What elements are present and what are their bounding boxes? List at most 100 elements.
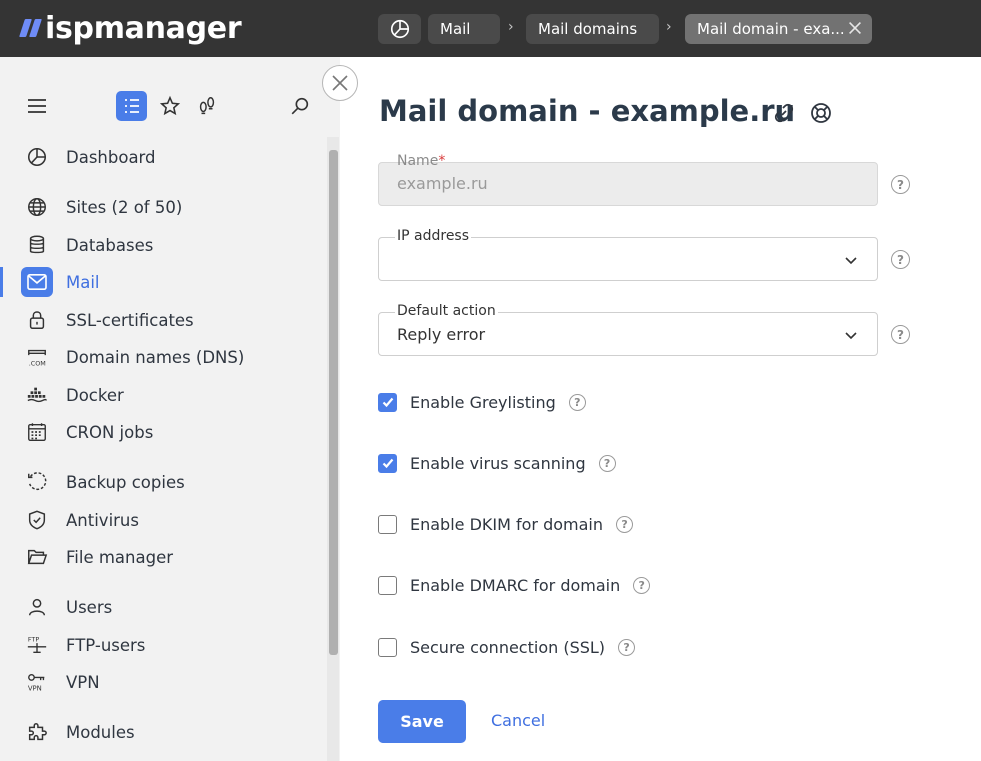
sidebar-item-label: Backup copies <box>66 472 185 492</box>
calendar-icon <box>24 421 50 443</box>
checkmark-icon <box>382 458 393 469</box>
sidebar-item-ftp-users[interactable]: FTP FTP-users <box>0 627 320 663</box>
sidebar-item-dns[interactable]: .COM Domain names (DNS) <box>0 339 320 375</box>
dmarc-checkbox[interactable] <box>378 575 397 595</box>
search-icon <box>291 97 309 115</box>
sidebar-item-label: Dashboard <box>66 147 156 167</box>
name-field-label: Name* <box>397 153 446 169</box>
default-action-value: Reply error <box>397 325 486 344</box>
ssl-option[interactable]: Secure connection (SSL) ? <box>378 636 636 658</box>
breadcrumb-dashboard-button[interactable] <box>378 14 421 44</box>
folder-icon <box>24 546 50 568</box>
sidebar-item-dashboard[interactable]: Dashboard <box>0 139 320 175</box>
sidebar-item-label: Domain names (DNS) <box>66 347 245 367</box>
breadcrumb-item-mail-domains[interactable]: Mail domains <box>526 14 659 44</box>
sidebar-item-label: VPN <box>66 672 100 692</box>
breadcrumb-label: Mail <box>440 20 471 38</box>
svg-text:VPN: VPN <box>28 684 42 692</box>
vpn-icon: VPN <box>24 671 50 693</box>
database-icon <box>24 234 50 256</box>
name-field: example.ru <box>378 162 878 206</box>
sidebar-item-mail[interactable]: Mail <box>0 264 320 300</box>
svg-text:FTP: FTP <box>28 635 39 643</box>
dkim-checkbox[interactable] <box>378 514 397 534</box>
sidebar-item-cron-jobs[interactable]: CRON jobs <box>0 414 320 450</box>
dkim-option[interactable]: Enable DKIM for domain ? <box>378 513 634 535</box>
default-action-help-icon[interactable]: ? <box>891 325 910 344</box>
recent-steps-button[interactable] <box>195 94 219 118</box>
link-icon[interactable] <box>772 101 796 125</box>
sidebar-scrollbar-thumb[interactable] <box>329 150 338 655</box>
sidebar-item-databases[interactable]: Databases <box>0 227 320 263</box>
help-lifebuoy-icon[interactable] <box>809 101 833 125</box>
backup-icon <box>24 471 50 493</box>
sidebar-item-label: Modules <box>66 722 135 742</box>
svg-text:.COM: .COM <box>29 359 46 367</box>
active-indicator <box>0 267 3 297</box>
greylisting-option[interactable]: Enable Greylisting ? <box>378 391 586 413</box>
breadcrumb-separator-icon: › <box>666 19 672 35</box>
close-panel-button[interactable] <box>322 65 358 101</box>
name-help-icon[interactable]: ? <box>891 175 910 194</box>
dmarc-label: Enable DMARC for domain <box>410 575 621 595</box>
dkim-label: Enable DKIM for domain <box>410 514 604 534</box>
sidebar-item-label: Mail <box>66 272 100 292</box>
breadcrumb-item-current[interactable]: Mail domain - exa... <box>685 14 872 44</box>
sidebar-item-label: Antivirus <box>66 510 139 530</box>
footprints-icon <box>199 97 215 115</box>
list-icon <box>124 99 139 113</box>
dashboard-icon <box>390 19 409 39</box>
checkmark-icon <box>382 397 393 408</box>
dns-icon: .COM <box>24 346 50 368</box>
user-icon <box>24 596 50 618</box>
ftp-icon: FTP <box>24 634 50 656</box>
sidebar-item-file-manager[interactable]: File manager <box>0 539 320 575</box>
name-field-value: example.ru <box>397 174 488 193</box>
virus-scanning-option[interactable]: Enable virus scanning ? <box>378 452 616 474</box>
ssl-label: Secure connection (SSL) <box>410 637 606 657</box>
chevron-down-icon <box>845 257 857 265</box>
menu-search-button[interactable] <box>288 94 312 118</box>
sidebar-item-docker[interactable]: Docker <box>0 377 320 413</box>
dmarc-help-icon[interactable]: ? <box>633 576 651 594</box>
logo-text: ispmanager <box>45 10 242 46</box>
sidebar-item-sites[interactable]: Sites (2 of 50) <box>0 189 320 225</box>
menu-view-list-button[interactable] <box>116 91 147 121</box>
sidebar-item-antivirus[interactable]: Antivirus <box>0 502 320 538</box>
breadcrumb-separator-icon: › <box>508 19 514 35</box>
virus-scanning-checkbox[interactable] <box>378 453 397 473</box>
dmarc-option[interactable]: Enable DMARC for domain ? <box>378 574 651 596</box>
sidebar-item-label: Databases <box>66 235 154 255</box>
cancel-link[interactable]: Cancel <box>491 711 545 730</box>
sidebar-item-vpn[interactable]: VPN VPN <box>0 664 320 700</box>
greylisting-checkbox[interactable] <box>378 392 397 412</box>
mail-icon <box>21 267 53 297</box>
sidebar-item-users[interactable]: Users <box>0 589 320 625</box>
lock-icon <box>24 309 50 331</box>
sidebar-item-label: Docker <box>66 385 124 405</box>
save-button[interactable]: Save <box>378 700 466 743</box>
logo-mark-icon <box>19 19 42 37</box>
favorites-button[interactable] <box>158 94 182 118</box>
ssl-help-icon[interactable]: ? <box>618 638 636 656</box>
breadcrumb-item-mail[interactable]: Mail <box>428 14 500 44</box>
app-logo[interactable]: ispmanager <box>19 10 242 46</box>
virus-scanning-help-icon[interactable]: ? <box>598 454 616 472</box>
hamburger-icon <box>28 99 46 113</box>
menu-toggle-button[interactable] <box>25 95 49 117</box>
sidebar-item-ssl-certificates[interactable]: SSL-certificates <box>0 302 320 338</box>
close-icon <box>332 75 348 91</box>
ip-address-help-icon[interactable]: ? <box>891 250 910 269</box>
close-tab-icon[interactable] <box>846 19 864 37</box>
breadcrumb-label: Mail domains <box>538 20 638 38</box>
ssl-checkbox[interactable] <box>378 637 397 657</box>
sidebar-item-label: FTP-users <box>66 635 146 655</box>
sidebar-item-backup-copies[interactable]: Backup copies <box>0 464 320 500</box>
chevron-down-icon <box>845 332 857 340</box>
page-title: Mail domain - example.ru <box>379 94 796 128</box>
dkim-help-icon[interactable]: ? <box>616 515 634 533</box>
sidebar-item-label: CRON jobs <box>66 422 154 442</box>
sidebar-item-modules[interactable]: Modules <box>0 714 320 750</box>
greylisting-help-icon[interactable]: ? <box>568 393 586 411</box>
star-icon <box>159 95 181 116</box>
